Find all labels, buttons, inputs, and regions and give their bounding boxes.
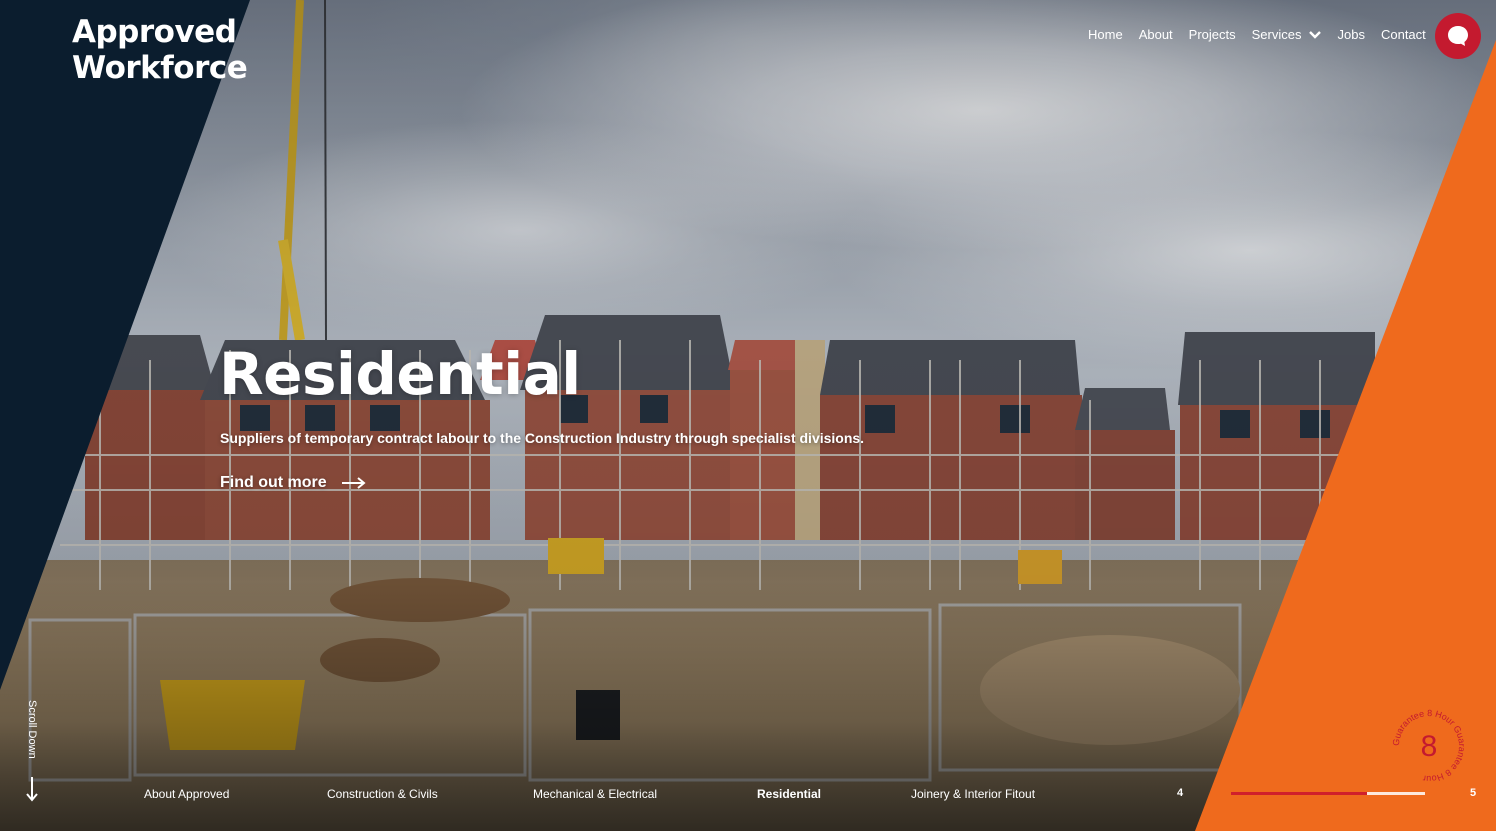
scroll-down-label: Scroll Down (26, 700, 38, 759)
nav-contact[interactable]: Contact (1381, 27, 1426, 42)
eight-hour-guarantee-badge: Guarantee 8 Hour Guarantee 8 Hour 8 (1391, 708, 1467, 784)
brand-logo[interactable]: Approved Workforce (72, 14, 248, 86)
slide-tab-joinery-interior[interactable]: Joinery & Interior Fitout (911, 787, 1035, 801)
slide-current-number: 4 (1177, 787, 1184, 799)
hero-background (0, 0, 1496, 831)
nav-home[interactable]: Home (1088, 27, 1123, 42)
chat-bubble-icon (1448, 26, 1468, 46)
nav-services-label: Services (1251, 27, 1302, 42)
nav-about[interactable]: About (1139, 27, 1173, 42)
badge-number: 8 (1421, 730, 1438, 763)
nav-jobs[interactable]: Jobs (1338, 27, 1365, 42)
orange-side-panel (1195, 40, 1496, 831)
logo-line-1: Approved (72, 14, 237, 50)
cta-label: Find out more (220, 474, 327, 491)
slide-navigation: About Approved Construction & Civils Mec… (0, 787, 1496, 805)
slide-tab-construction-civils[interactable]: Construction & Civils (327, 787, 438, 801)
chevron-down-icon (1308, 30, 1321, 39)
arrow-right-icon (341, 477, 366, 489)
nav-services[interactable]: Services (1252, 27, 1322, 42)
hero-subtitle: Suppliers of temporary contract labour t… (220, 430, 865, 446)
find-out-more-link[interactable]: Find out more (220, 474, 367, 492)
nav-projects[interactable]: Projects (1189, 27, 1236, 42)
slide-tab-residential[interactable]: Residential (757, 787, 821, 801)
slide-total-number: 5 (1470, 787, 1477, 799)
slide-progress-bar (1231, 792, 1425, 795)
logo-line-2: Workforce (72, 50, 248, 86)
slide-progress-fill (1231, 792, 1367, 795)
slide-tab-mechanical-electrical[interactable]: Mechanical & Electrical (533, 787, 657, 801)
hero-title: Residential (219, 340, 581, 408)
chat-button[interactable] (1435, 13, 1481, 59)
slide-tab-about-approved[interactable]: About Approved (144, 787, 229, 801)
main-navigation: Home About Projects Services Jobs Contac… (1088, 27, 1442, 42)
